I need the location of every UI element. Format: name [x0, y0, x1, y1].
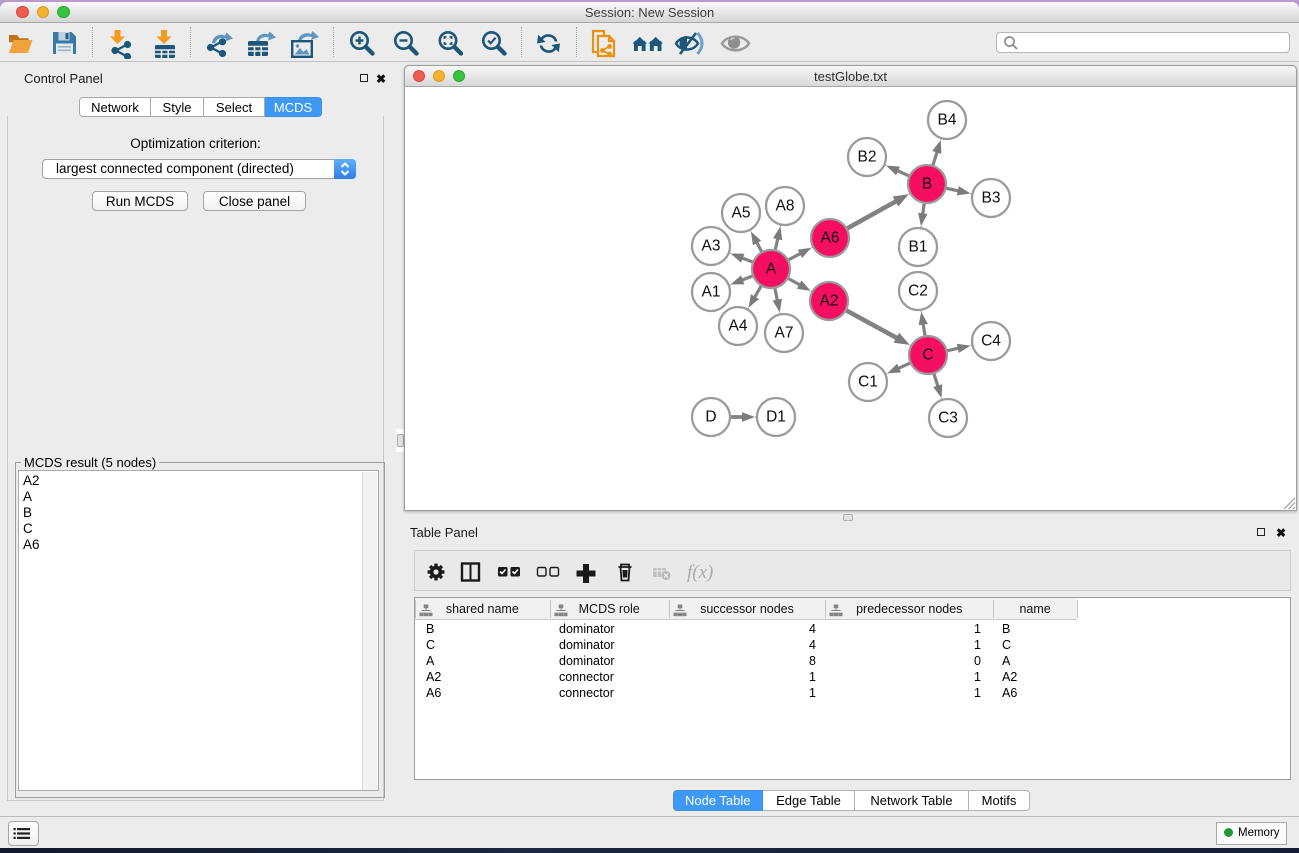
svg-text:A5: A5 [732, 205, 751, 222]
svg-text:A: A [766, 261, 777, 278]
svg-text:A4: A4 [729, 318, 748, 335]
svg-text:B3: B3 [982, 190, 1001, 207]
svg-text:A8: A8 [776, 198, 795, 215]
svg-text:B1: B1 [909, 239, 928, 256]
svg-text:f(x): f(x) [687, 562, 713, 583]
svg-text:D1: D1 [766, 409, 786, 426]
svg-text:C2: C2 [908, 283, 928, 300]
svg-text:B: B [922, 176, 932, 193]
svg-text:C4: C4 [981, 333, 1001, 350]
svg-text:B4: B4 [938, 112, 957, 129]
svg-text:C3: C3 [938, 410, 958, 427]
svg-text:C1: C1 [858, 374, 878, 391]
svg-text:A3: A3 [702, 238, 721, 255]
svg-text:A1: A1 [702, 284, 721, 301]
svg-text:B2: B2 [858, 149, 877, 166]
svg-text:A7: A7 [775, 325, 794, 342]
svg-text:A6: A6 [821, 230, 840, 247]
svg-text:D: D [705, 409, 716, 426]
svg-text:C: C [922, 347, 933, 364]
svg-text:A2: A2 [820, 293, 839, 310]
